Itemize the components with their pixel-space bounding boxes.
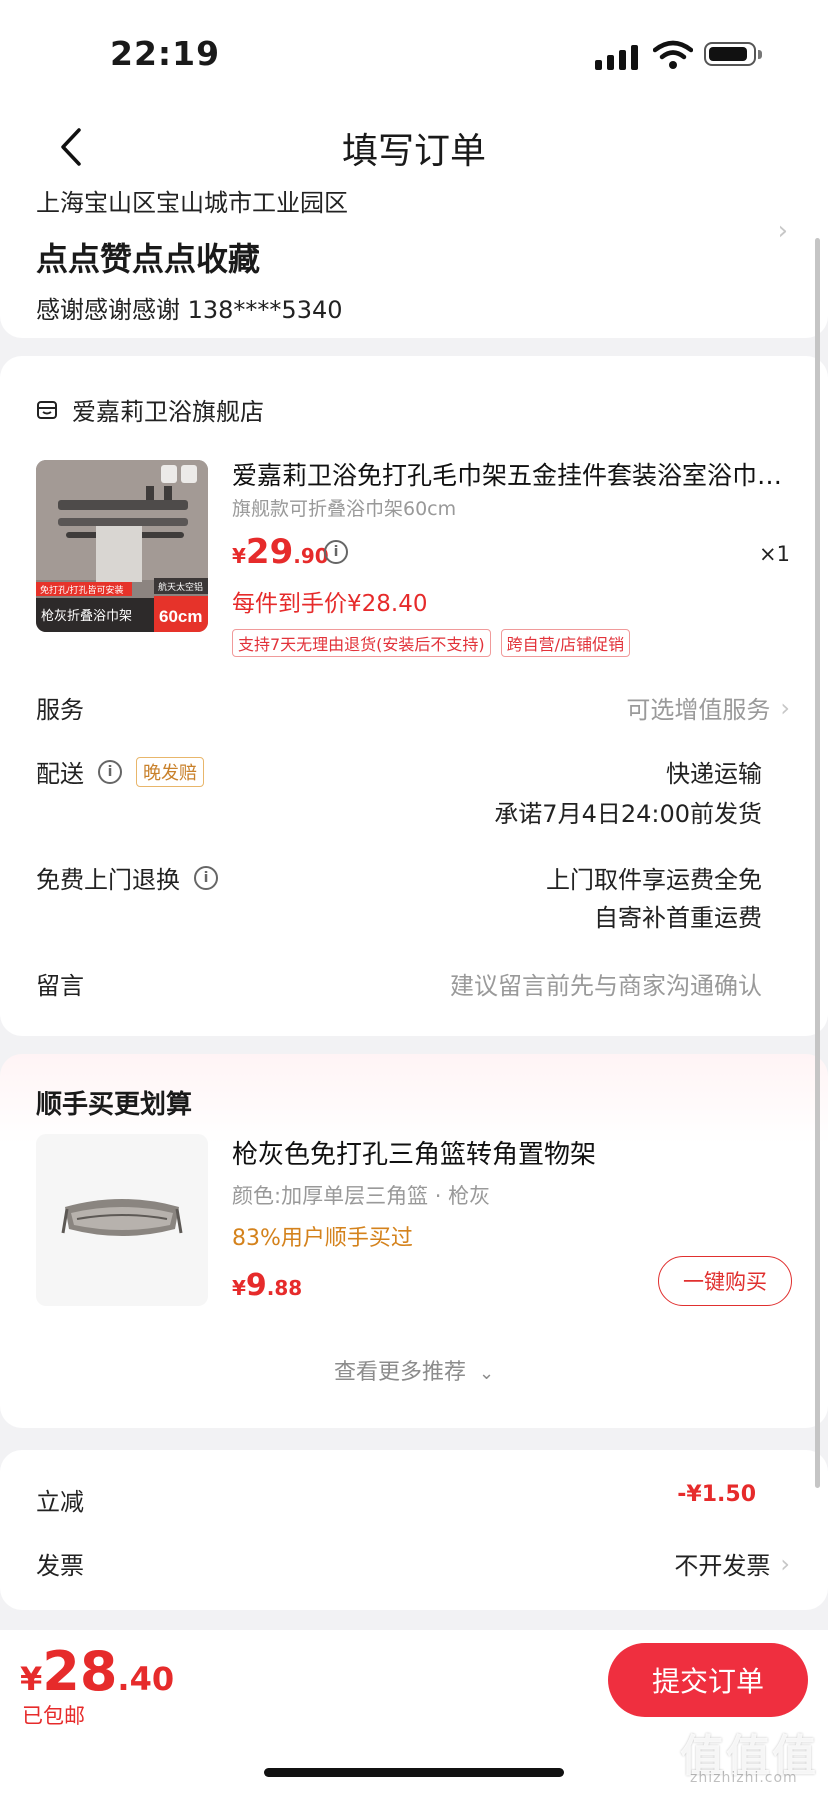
discount-value: -¥1.50 <box>677 1482 756 1507</box>
rec-price-decimal: .88 <box>266 1276 303 1300</box>
service-row[interactable]: 可选增值服务 › <box>626 690 790 725</box>
home-indicator[interactable] <box>264 1768 564 1777</box>
cellular-signal-icon <box>595 45 638 70</box>
battery-tip <box>758 50 762 59</box>
thumb-text-corner: 航天太空铝 <box>158 581 203 592</box>
rec-price-currency: ¥ <box>232 1276 246 1300</box>
service-label: 服务 <box>36 696 84 724</box>
page-title: 填写订单 <box>341 131 486 172</box>
more-recommendations-link[interactable]: 查看更多推荐 ⌄ <box>0 1354 828 1386</box>
address-line: 上海宝山区宝山城市工业园区 <box>36 189 348 217</box>
recommend-title: 顺手买更划算 <box>36 1090 193 1120</box>
discount-label: 立减 <box>36 1488 84 1516</box>
recommend-item-price: ¥ 9 .88 <box>232 1268 302 1303</box>
product-thumbnail[interactable]: 免打孔/打孔皆可安装 航天太空铝 枪灰折叠浴巾架 60cm <box>36 460 208 632</box>
delivery-label: 配送 <box>36 760 84 788</box>
price-decimal: .90 <box>293 544 329 568</box>
return-label-group: 免费上门退换 i <box>36 860 218 895</box>
return-info-icon[interactable]: i <box>194 865 218 890</box>
total-integer: 28 <box>42 1640 118 1703</box>
final-unit-price: 每件到手价¥28.40 <box>232 591 428 617</box>
total-decimal: .40 <box>117 1660 175 1698</box>
scrollbar[interactable] <box>815 238 820 1488</box>
address-name: 点点赞点点收藏 <box>36 240 261 278</box>
wifi-icon <box>653 40 693 69</box>
invoice-row[interactable]: 不开发票 › <box>674 1546 790 1581</box>
product-title[interactable]: 爱嘉莉卫浴免打孔毛巾架五金挂件套装浴室浴巾… <box>232 456 792 492</box>
return-line1: 上门取件享运费全免 <box>546 866 762 894</box>
invoice-label: 发票 <box>36 1552 84 1580</box>
thumb-text-size: 60cm <box>159 607 202 626</box>
recommend-item-stat: 83%用户顺手买过 <box>232 1226 413 1251</box>
message-input[interactable]: 建议留言前先与商家沟通确认 <box>450 966 762 1001</box>
address-contact: 感谢感谢感谢 138****5340 <box>36 296 343 324</box>
delivery-method[interactable]: 快递运输 <box>666 754 762 789</box>
product-tags: 支持7天无理由退货(安装后不支持) 跨自营/店铺促销 <box>232 629 631 657</box>
tag-return-policy: 支持7天无理由退货(安装后不支持) <box>232 629 491 657</box>
late-compensation-badge: 晚发赔 <box>136 756 204 787</box>
product-price: ¥ 29 .90 <box>232 532 329 572</box>
one-click-buy-button[interactable]: 一键购买 <box>658 1256 792 1306</box>
price-currency: ¥ <box>232 544 246 568</box>
thumb-text-bottom: 枪灰折叠浴巾架 <box>41 608 132 623</box>
product-spec[interactable]: 旗舰款可折叠浴巾架60cm <box>232 494 456 521</box>
chevron-right-icon: › <box>780 1549 790 1578</box>
service-value: 可选增值服务 <box>626 696 771 724</box>
rec-price-integer: 9 <box>245 1268 267 1303</box>
battery-icon <box>704 42 756 66</box>
invoice-value: 不开发票 <box>674 1552 771 1580</box>
delivery-promise: 承诺7月4日24:00前发货 <box>494 800 762 828</box>
tag-promotion: 跨自营/店铺促销 <box>500 629 631 657</box>
store-icon <box>37 400 57 419</box>
watermark-url: zhizhizhi.com <box>690 1770 798 1786</box>
total-price: ¥ 28 .40 <box>20 1640 174 1703</box>
product-quantity[interactable]: ×1 <box>759 542 790 566</box>
total-currency: ¥ <box>20 1660 43 1698</box>
recommend-item-name[interactable]: 枪灰色免打孔三角篮转角置物架 <box>232 1134 596 1171</box>
return-label: 免费上门退换 <box>36 866 180 894</box>
recommend-item-spec: 颜色:加厚单层三角篮 · 枪灰 <box>232 1184 491 1208</box>
return-line2: 自寄补首重运费 <box>594 904 762 932</box>
message-label: 留言 <box>36 972 84 1000</box>
chevron-down-icon: ⌄ <box>478 1363 495 1384</box>
thumb-text-top: 免打孔/打孔皆可安装 <box>40 584 124 595</box>
price-info-icon[interactable]: i <box>324 540 348 564</box>
more-recommendations-label: 查看更多推荐 <box>333 1360 466 1385</box>
delivery-label-group: 配送 i 晚发赔 <box>36 754 204 789</box>
submit-order-button[interactable]: 提交订单 <box>608 1643 808 1717</box>
summary-card <box>0 1450 828 1610</box>
towel-rack-image: 免打孔/打孔皆可安装 航天太空铝 枪灰折叠浴巾架 60cm <box>36 460 208 632</box>
delivery-info-icon[interactable]: i <box>98 759 122 784</box>
status-time: 22:19 <box>110 34 221 73</box>
corner-shelf-image <box>61 1199 183 1236</box>
store-name: 爱嘉莉卫浴旗舰店 <box>72 398 264 426</box>
shipping-status: 已包邮 <box>22 1704 85 1728</box>
chevron-right-icon: › <box>777 216 788 246</box>
recommend-thumbnail[interactable] <box>36 1134 208 1306</box>
store-header[interactable]: 爱嘉莉卫浴旗舰店 <box>36 392 264 427</box>
price-integer: 29 <box>245 532 294 572</box>
chevron-right-icon: › <box>780 693 790 722</box>
